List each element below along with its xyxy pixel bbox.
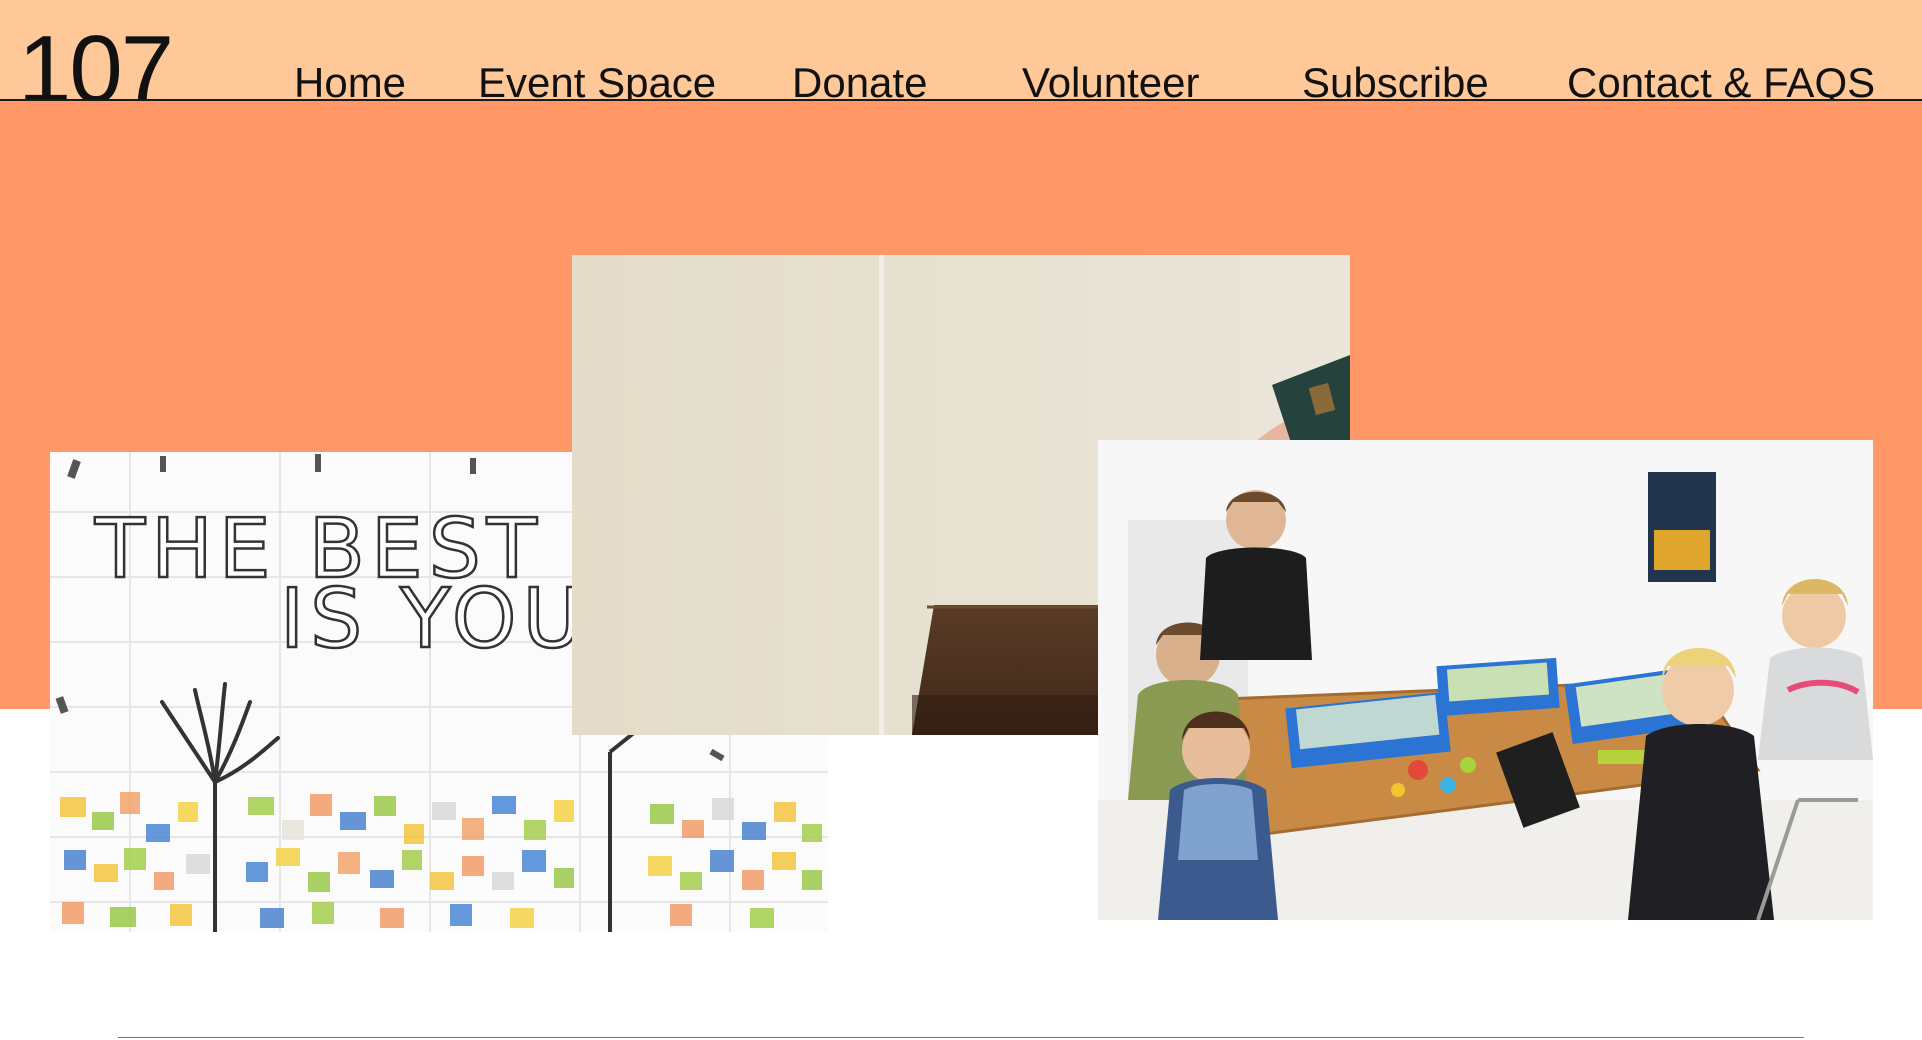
nav-volunteer[interactable]: Volunteer	[1022, 62, 1199, 101]
nav-contact-faqs[interactable]: Contact & FAQS	[1567, 62, 1875, 101]
site-header: 107 Home Event Space Donate Volunteer Su…	[0, 0, 1922, 100]
nav-event-space[interactable]: Event Space	[478, 62, 716, 101]
section-divider	[118, 1037, 1804, 1038]
nav-subscribe[interactable]: Subscribe	[1302, 62, 1489, 101]
nav-home[interactable]: Home	[294, 62, 406, 101]
kids-robotics-photo	[1098, 440, 1873, 920]
site-logo[interactable]: 107	[18, 22, 174, 101]
mural-text-line-2: IS YOU	[280, 572, 588, 667]
nav-donate[interactable]: Donate	[792, 62, 927, 101]
